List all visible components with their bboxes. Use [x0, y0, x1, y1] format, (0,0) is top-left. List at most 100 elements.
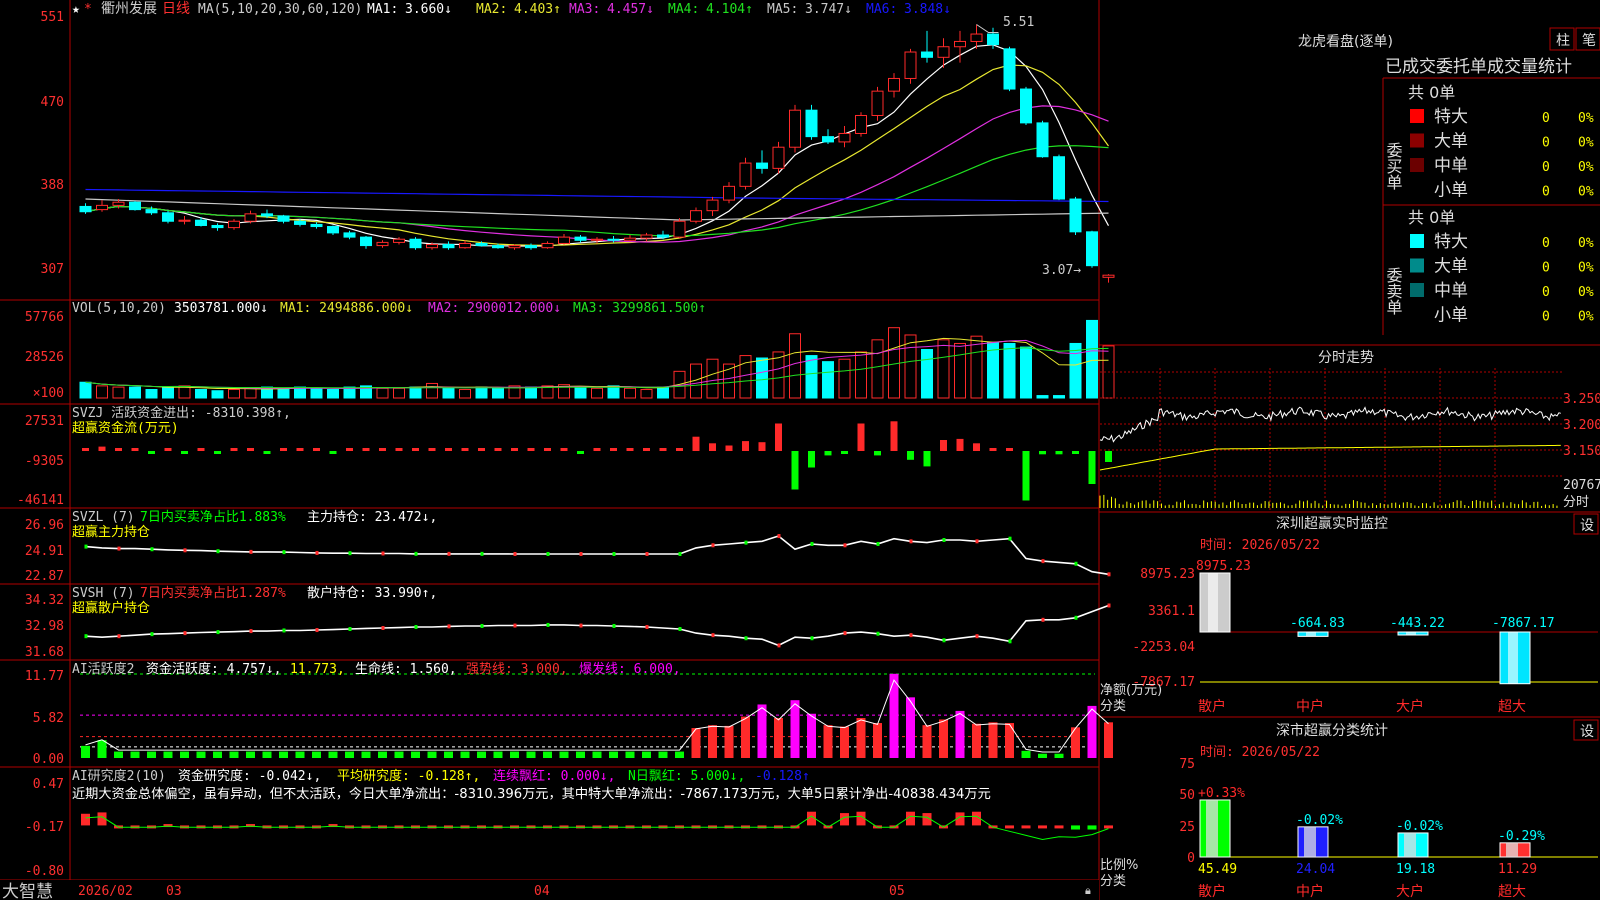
volume-bar: [277, 387, 290, 399]
stock-name[interactable]: 衢州发展: [101, 0, 157, 17]
monitor-time: 时间: 2026/05/22: [1200, 538, 1320, 553]
ai1-tick: 11.77: [25, 669, 64, 684]
retail-holding-line-mark: [843, 631, 847, 636]
fund-flow-bar: [824, 451, 832, 456]
svsh-tick: 31.68: [25, 645, 64, 660]
sell-row-count: 0: [1542, 261, 1550, 276]
volume-bar: [525, 386, 537, 399]
activity-bar: [411, 751, 420, 758]
candle-body: [508, 245, 521, 249]
monitor-bar-shine: [1406, 632, 1416, 635]
monitor-category: 超大: [1498, 699, 1526, 715]
fund-flow-bar: [1105, 451, 1112, 462]
svzl-tick: 26.96: [25, 518, 64, 533]
svzl-tick: 24.91: [25, 544, 64, 559]
stat-change: -0.02%: [1396, 819, 1443, 834]
candle-body: [805, 109, 818, 138]
bar-mode-label[interactable]: 柱: [1556, 33, 1570, 49]
monitor-bars: 8975.23 散户 -664.83 中户 -443.22 大户 -7867.17 超大: [1196, 559, 1598, 715]
candle-body: [1102, 274, 1115, 278]
activity-bar: [790, 700, 800, 758]
volume-bar: [871, 339, 884, 399]
svzl-main-hold: 主力持仓: 23.472↓,: [307, 510, 437, 525]
volume-bar: [1036, 395, 1049, 399]
date-tick: 04: [534, 884, 550, 899]
volume-bar: [145, 389, 158, 399]
tick-mode-label[interactable]: 笔: [1582, 33, 1596, 49]
ma2-label: MA2:: [476, 2, 507, 17]
volume-bar: [756, 357, 768, 399]
candle-body: [822, 136, 834, 143]
main-holding-line-mark: [447, 551, 451, 556]
candle-body: [789, 109, 801, 148]
stat-tick: 25: [1179, 820, 1195, 835]
volume-bar: [624, 387, 636, 399]
candle-body: [756, 162, 768, 169]
date-tick: 03: [166, 884, 182, 899]
candle-body: [162, 212, 174, 222]
monitor-settings-label[interactable]: 设: [1580, 518, 1594, 534]
date-tick: 2026/02: [78, 884, 133, 899]
ma4-label: MA4:: [668, 2, 699, 17]
ma3-value: 4.457↓: [607, 2, 654, 17]
volume-bar: [855, 351, 867, 399]
price-tick: 470: [41, 95, 64, 110]
main-holding-line-mark: [876, 541, 880, 546]
activity-bar: [559, 751, 569, 758]
ma5-line: [85, 198, 1109, 221]
candle-body: [739, 162, 752, 187]
candle-body: [673, 220, 686, 238]
fund-flow-bar: [791, 451, 799, 490]
sell-total: 共 0单: [1408, 208, 1455, 227]
volume-bar: [805, 355, 818, 399]
volume-bar: [162, 386, 174, 399]
stat-tick: 50: [1179, 788, 1195, 803]
ai1-burst: 爆发线: 6.000,: [579, 661, 681, 677]
buy-total: 共 0单: [1408, 83, 1455, 102]
svzj-tick: -9305: [25, 454, 64, 469]
retail-holding-line-mark: [282, 628, 286, 633]
vol-ma3: MA3: 3299861.500↑: [573, 301, 706, 316]
activity-bar: [460, 751, 470, 758]
volume-bar: [789, 333, 801, 399]
buy-row-name: 中单: [1434, 156, 1468, 176]
svzj-tick: -46141: [17, 493, 64, 508]
retail-holding-line-mark: [381, 626, 385, 630]
fund-flow-bar: [973, 443, 980, 451]
svzj-subtitle: 超赢资金流(万元): [72, 420, 179, 436]
activity-bar: [955, 710, 965, 758]
activity-bar: [295, 751, 305, 758]
candle-body: [244, 213, 257, 222]
activity-bar: [625, 751, 635, 758]
activity-bar: [196, 751, 206, 758]
candle-body: [129, 201, 141, 211]
main-holding-line-mark: [348, 551, 352, 556]
period-label[interactable]: 日线: [162, 1, 190, 17]
fund-flow-bar: [428, 448, 436, 451]
sell-row-count: 0: [1542, 310, 1550, 325]
retail-holding-line-mark: [777, 643, 781, 648]
main-holding-line-mark: [513, 551, 517, 556]
star-icon[interactable]: ★: [72, 2, 80, 17]
candle-body: [310, 223, 323, 228]
activity-line: [85, 679, 1109, 753]
stat-settings-label[interactable]: 设: [1580, 724, 1594, 740]
stat-change: -0.02%: [1296, 813, 1343, 828]
candle-body: [178, 219, 191, 222]
monitor-category: 中户: [1296, 698, 1324, 715]
retail-holding-line-mark: [1008, 639, 1012, 644]
fund-flow-bar: [362, 448, 370, 451]
main-holding-line-mark: [480, 551, 484, 556]
ai1-life: 生命线: 1.560,: [355, 661, 457, 677]
high-marker: [976, 24, 999, 34]
monitor-title: 深圳超赢实时监控: [1276, 515, 1388, 532]
fund-flow-bar: [775, 423, 782, 451]
candle-body: [921, 51, 933, 58]
retail-holding-line-mark: [909, 633, 913, 638]
svsh-retail-hold: 散户持仓: 33.990↑,: [307, 585, 437, 601]
main-holding-line-mark: [843, 543, 847, 548]
lock-icon[interactable]: 🔒︎: [1085, 884, 1091, 897]
ai2-n: N日飘红: 5.000↓,: [628, 768, 745, 784]
activity-bar: [114, 751, 123, 758]
main-holding-line-mark: [216, 549, 220, 554]
